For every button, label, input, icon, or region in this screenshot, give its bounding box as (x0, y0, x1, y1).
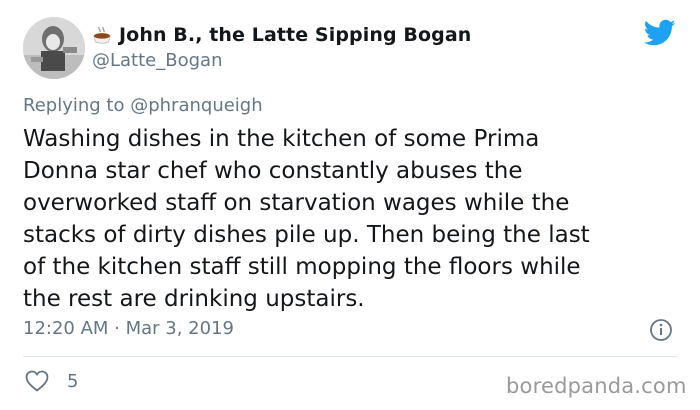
avatar-photo (23, 17, 85, 79)
tweet-text-line: Washing dishes in the kitchen of some Pr… (23, 126, 540, 152)
like-count: 5 (67, 370, 79, 392)
tweet-text-line: stacks of dirty dishes pile up. Then bei… (23, 222, 590, 248)
author-display-name: John B., the Latte Sipping Bogan (119, 24, 472, 46)
author-handle[interactable]: @Latte_Bogan (92, 50, 222, 71)
tweet-text: Washing dishes in the kitchen of some Pr… (23, 123, 678, 315)
divider (23, 356, 678, 357)
heart-icon (25, 370, 49, 392)
avatar[interactable] (23, 17, 85, 79)
watermark: boredpanda.com (506, 374, 687, 398)
reply-mention-link[interactable]: @phranqueigh (130, 95, 262, 116)
tweet-card: John B., the Latte Sipping Bogan @Latte_… (0, 0, 700, 410)
tweet-text-line: the rest are drinking upstairs. (23, 286, 365, 312)
author-name-row[interactable]: John B., the Latte Sipping Bogan (92, 24, 471, 46)
tweet-text-line: of the kitchen staff still mopping the f… (23, 254, 581, 280)
tweet-timestamp[interactable]: 12:20 AM · Mar 3, 2019 (23, 318, 234, 339)
replying-to: Replying to @phranqueigh (23, 95, 263, 116)
latte-cup-icon (93, 26, 111, 44)
tweet-text-line: overworked staff on starvation wages whi… (23, 190, 570, 216)
replying-to-label: Replying to (23, 95, 125, 116)
twitter-bird-icon[interactable] (644, 19, 676, 47)
like-button[interactable]: 5 (25, 370, 78, 392)
tweet-text-line: Donna star chef who constantly abuses th… (23, 158, 523, 184)
info-icon[interactable] (649, 318, 673, 342)
